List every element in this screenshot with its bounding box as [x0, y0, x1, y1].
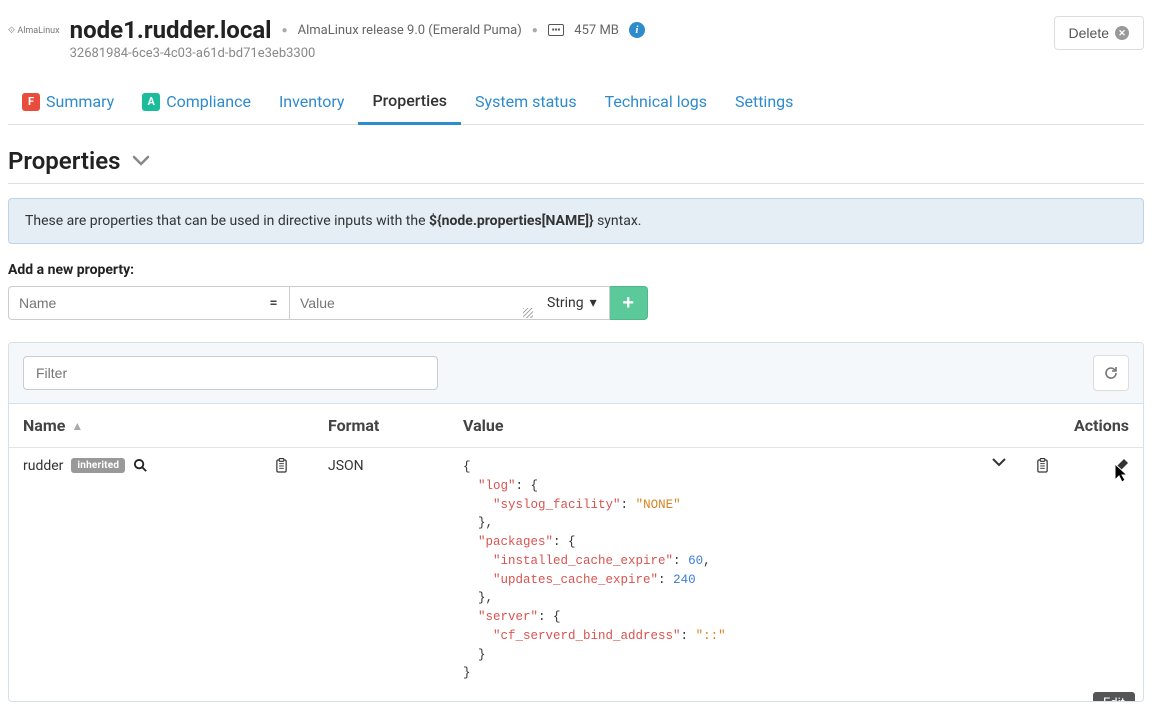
- tab-settings-label: Settings: [735, 92, 793, 111]
- meta-separator: ●: [532, 25, 538, 36]
- node-hostname: node1.rudder.local: [70, 16, 272, 44]
- os-logo: ⟐ AlmaLinux: [8, 26, 60, 36]
- table-header: Name ▲ Format Value Actions: [9, 403, 1143, 448]
- tab-system-status[interactable]: System status: [461, 83, 591, 124]
- delete-button[interactable]: Delete ✕: [1054, 16, 1144, 50]
- tab-compliance-label: Compliance: [166, 92, 251, 111]
- resize-handle[interactable]: [523, 308, 533, 318]
- info-prefix: These are properties that can be used in…: [25, 213, 429, 229]
- add-property-form: = String ▾ +: [8, 286, 1144, 320]
- tab-inventory[interactable]: Inventory: [265, 83, 359, 124]
- tab-compliance[interactable]: A Compliance: [128, 83, 265, 124]
- os-release-text: AlmaLinux release 9.0 (Emerald Puma): [298, 23, 522, 38]
- info-syntax: ${node.properties[NAME]}: [429, 213, 594, 229]
- chevron-down-icon[interactable]: [992, 458, 1006, 468]
- search-icon[interactable]: [133, 458, 148, 473]
- caret-down-icon: ▾: [590, 295, 597, 311]
- sort-asc-icon: ▲: [71, 419, 83, 433]
- column-actions: Actions: [1049, 416, 1129, 435]
- tab-bar: F Summary A Compliance Inventory Propert…: [8, 83, 1144, 125]
- node-uuid: 32681984-6ce3-4c03-a61d-bd71e3eb3300: [70, 46, 645, 61]
- json-value: { "log": { "syslog_facility": "NONE" }, …: [463, 458, 726, 683]
- tab-properties[interactable]: Properties: [358, 83, 461, 125]
- property-name-input[interactable]: [8, 286, 258, 320]
- tab-technical-logs[interactable]: Technical logs: [591, 83, 721, 124]
- tab-technical-logs-label: Technical logs: [605, 92, 707, 111]
- tab-properties-label: Properties: [372, 91, 447, 110]
- inherited-badge: inherited: [71, 458, 125, 473]
- clipboard-icon[interactable]: [1036, 458, 1049, 473]
- refresh-button[interactable]: [1093, 355, 1129, 391]
- info-suffix: syntax.: [594, 213, 642, 229]
- column-value[interactable]: Value: [463, 416, 1049, 435]
- property-name: rudder: [23, 458, 63, 474]
- summary-badge: F: [22, 93, 40, 111]
- chevron-down-icon[interactable]: [132, 151, 150, 172]
- properties-table: Name ▲ Format Value Actions rudder inher…: [8, 342, 1144, 702]
- tab-system-status-label: System status: [475, 92, 577, 111]
- tab-inventory-label: Inventory: [279, 92, 345, 111]
- add-property-label: Add a new property:: [8, 262, 1144, 278]
- ram-value: 457 MB: [574, 23, 619, 38]
- delete-label: Delete: [1069, 25, 1109, 41]
- clipboard-icon[interactable]: [275, 458, 288, 473]
- ram-icon: ▪▪▪: [548, 24, 565, 36]
- info-icon[interactable]: i: [629, 22, 645, 38]
- column-name-label: Name: [23, 416, 65, 435]
- property-type-select[interactable]: String ▾: [535, 286, 610, 320]
- close-icon: ✕: [1115, 26, 1129, 40]
- edit-icon[interactable]: [1113, 458, 1129, 474]
- divider: [8, 183, 1144, 184]
- info-banner: These are properties that can be used in…: [8, 198, 1144, 244]
- column-format[interactable]: Format: [328, 416, 463, 435]
- meta-separator: ●: [282, 25, 288, 36]
- type-selected-label: String: [547, 295, 584, 311]
- section-title: Properties: [8, 147, 120, 175]
- edit-tooltip: Edit: [1093, 692, 1135, 702]
- column-name[interactable]: Name ▲: [23, 416, 328, 435]
- table-row: rudder inherited JSON { "log": { "syslog…: [9, 448, 1143, 701]
- compliance-badge: A: [142, 93, 160, 111]
- property-value-input[interactable]: [290, 286, 535, 320]
- add-property-button[interactable]: +: [610, 286, 648, 320]
- property-format: JSON: [328, 458, 463, 683]
- filter-input[interactable]: [23, 356, 438, 390]
- node-header: ⟐ AlmaLinux node1.rudder.local ● AlmaLin…: [8, 8, 1144, 65]
- tab-settings[interactable]: Settings: [721, 83, 807, 124]
- tab-summary-label: Summary: [46, 92, 114, 111]
- equals-sign: =: [258, 286, 290, 320]
- tab-summary[interactable]: F Summary: [8, 83, 128, 124]
